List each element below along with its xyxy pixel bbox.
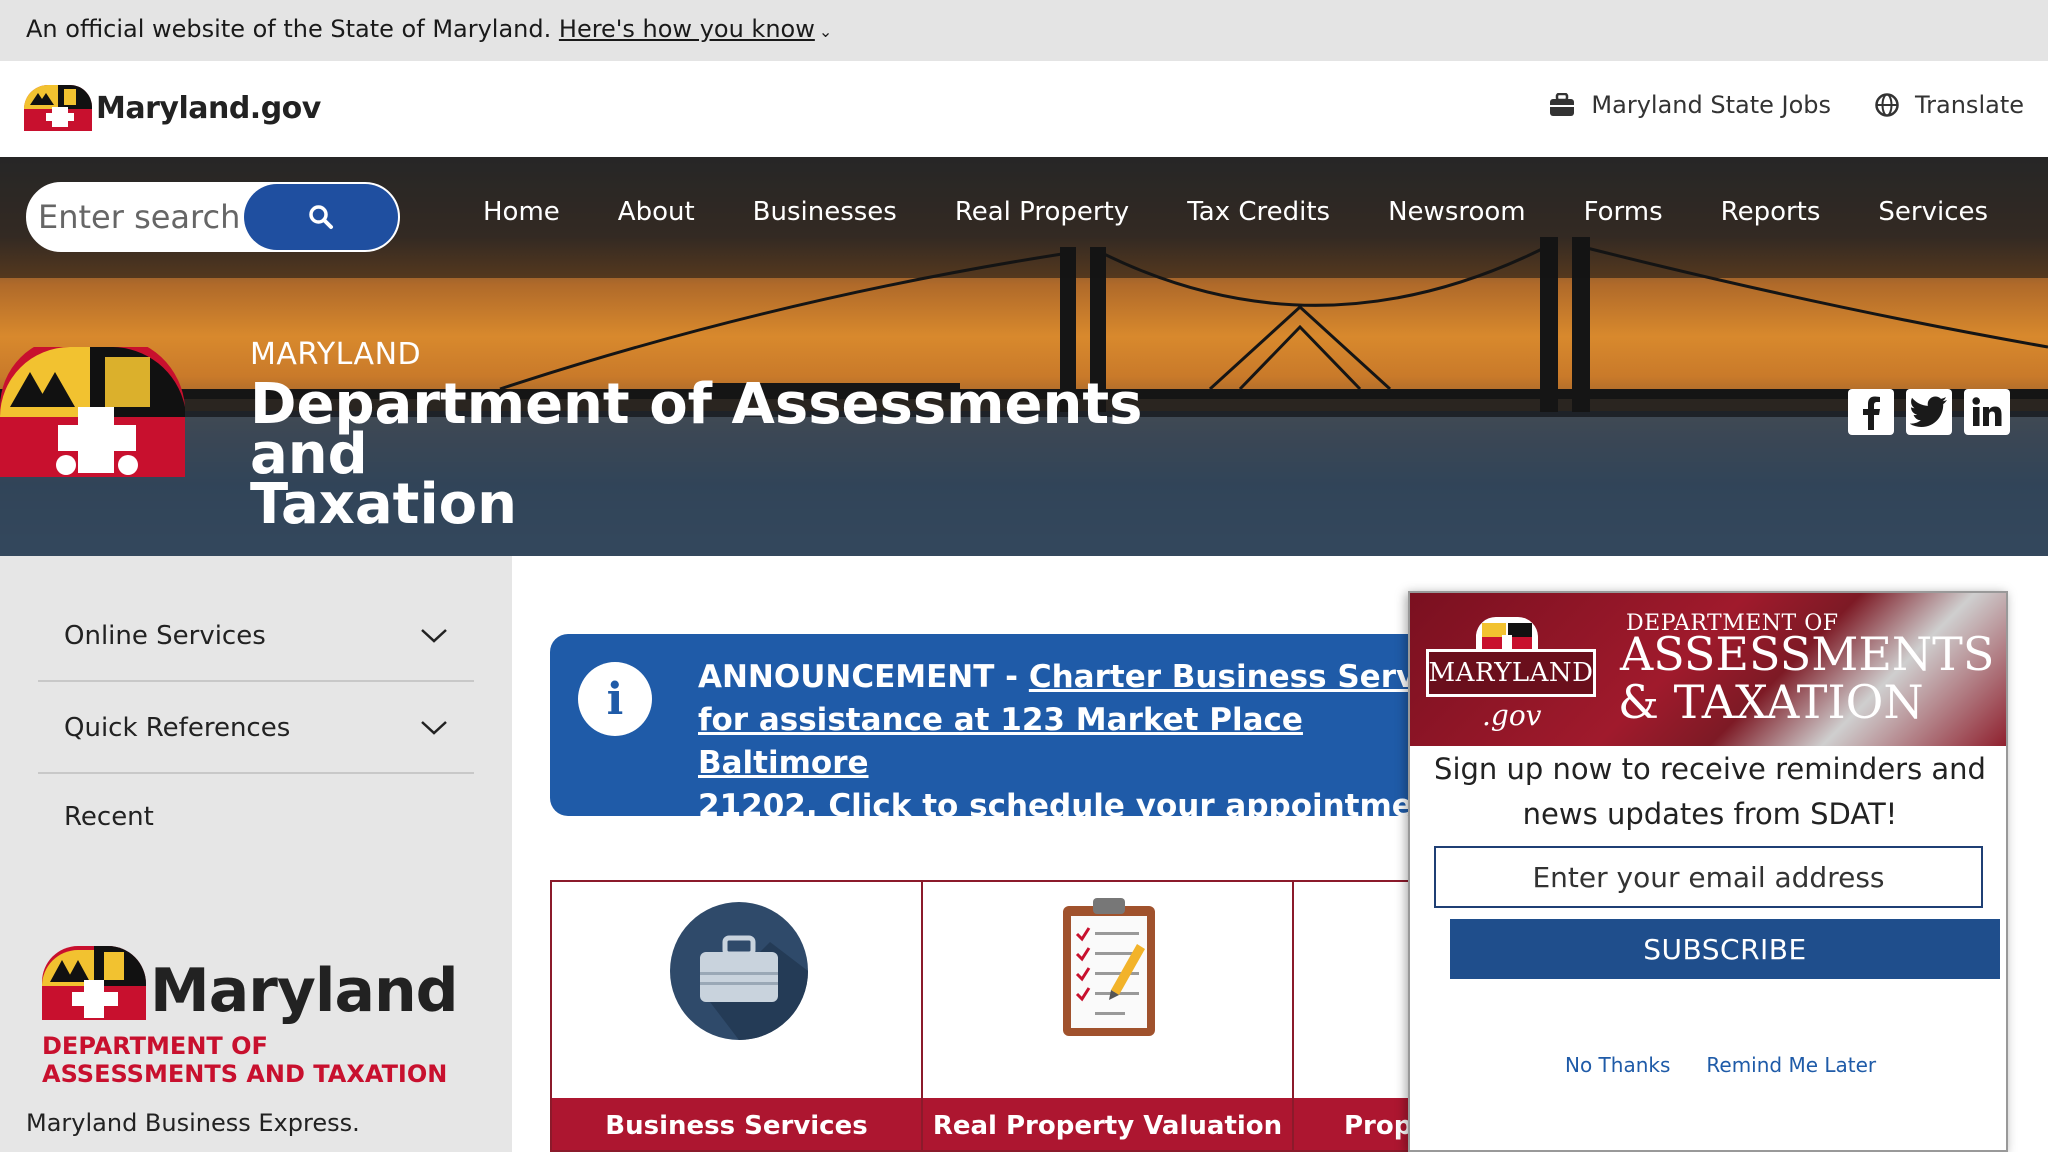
- modal-message: Sign up now to receive reminders and new…: [1434, 752, 1986, 831]
- card-label: Real Property Valuation: [923, 1098, 1292, 1150]
- hero-dept-line1: Department of Assessments and: [250, 372, 1143, 487]
- translate-label: Translate: [1915, 91, 2024, 119]
- main-nav: Home About Businesses Real Property Tax …: [460, 197, 2017, 227]
- briefcase-icon: [1550, 93, 1575, 116]
- modal-header-line2: ASSESSMENTS: [1620, 627, 1995, 681]
- globe-icon: [1875, 93, 1899, 117]
- remind-later-link[interactable]: Remind Me Later: [1706, 1053, 1876, 1077]
- hero-state: MARYLAND: [250, 337, 422, 372]
- sidebar-item-quick-references[interactable]: Quick References: [38, 684, 474, 774]
- chevron-down-icon: [421, 721, 447, 735]
- sdat-logo: Maryland DEPARTMENT OF ASSESSMENTS AND T…: [42, 946, 459, 1088]
- modal-links: No Thanks Remind Me Later: [1565, 1053, 1876, 1077]
- chevron-down-icon[interactable]: ⌄: [819, 22, 832, 41]
- official-banner-text: An official website of the State of Mary…: [26, 15, 832, 43]
- info-icon: i: [578, 662, 652, 736]
- facebook-icon[interactable]: [1848, 389, 1894, 435]
- translate-link[interactable]: Translate: [1875, 91, 2024, 119]
- nav-newsroom[interactable]: Newsroom: [1359, 197, 1555, 227]
- how-you-know-link[interactable]: Here's how you know: [559, 15, 815, 43]
- search-input[interactable]: [38, 194, 258, 240]
- utility-links: Maryland State Jobs Translate: [1549, 91, 2024, 119]
- hero-dept-title: Department of Assessments and Taxation: [250, 372, 1150, 537]
- search-button[interactable]: [244, 184, 398, 250]
- sidebar-item-online-services[interactable]: Online Services: [38, 592, 474, 682]
- announcement-link[interactable]: for assistance at 123 Market Place Balti…: [698, 699, 1450, 785]
- email-field[interactable]: [1434, 846, 1983, 908]
- sdat-logo-dept-line2: ASSESSMENTS AND TAXATION: [42, 1060, 448, 1088]
- twitter-icon[interactable]: [1906, 389, 1952, 435]
- nav-tax-credits[interactable]: Tax Credits: [1158, 197, 1359, 227]
- sdat-logo-name: Maryland: [150, 956, 459, 1026]
- state-jobs-label: Maryland State Jobs: [1591, 91, 1832, 119]
- state-jobs-link[interactable]: Maryland State Jobs: [1549, 91, 1831, 119]
- modal-header-banner: MARYLAND .gov DEPARTMENT OF ASSESSMENTS …: [1410, 593, 2006, 746]
- linkedin-icon[interactable]: [1964, 389, 2010, 435]
- nav-real-property[interactable]: Real Property: [926, 197, 1158, 227]
- announcement-text: ANNOUNCEMENT - Charter Business Servic f…: [698, 656, 1450, 816]
- maryland-gov-logo[interactable]: Maryland.gov: [24, 85, 321, 131]
- utility-header: Maryland.gov Maryland State Jobs Transla…: [0, 61, 2048, 157]
- sdat-logo-dept-line1: DEPARTMENT OF: [42, 1032, 268, 1060]
- subscribe-modal: MARYLAND .gov DEPARTMENT OF ASSESSMENTS …: [1408, 591, 2008, 1152]
- sidebar-item-label: Online Services: [64, 621, 266, 651]
- modal-logo-gov: .gov: [1482, 699, 1542, 732]
- hero-dept-line2: Taxation: [250, 472, 517, 537]
- card-business-services[interactable]: Business Services: [550, 880, 923, 1152]
- subscribe-button[interactable]: SUBSCRIBE: [1450, 919, 2000, 979]
- clipboard-icon: [1063, 898, 1155, 1036]
- hero-title: MARYLAND Department of Assessments and T…: [250, 337, 1150, 537]
- service-cards: Business Services Real Property Valuatio…: [550, 880, 1665, 1152]
- card-real-property-valuation[interactable]: Real Property Valuation: [921, 880, 1294, 1152]
- announcement-link[interactable]: 21202. Click to schedule your appointmen…: [698, 785, 1450, 816]
- nav-about[interactable]: About: [589, 197, 724, 227]
- chevron-down-icon: [421, 629, 447, 643]
- hero-banner: Home About Businesses Real Property Tax …: [0, 157, 2048, 556]
- sidebar-item-label: Quick References: [64, 713, 291, 743]
- briefcase-icon: [670, 902, 808, 1040]
- nav-services[interactable]: Services: [1849, 197, 2017, 227]
- sidebar: Online Services Quick References Recent …: [0, 556, 512, 1152]
- modal-header-line3: & TAXATION: [1618, 675, 1924, 729]
- site-search: [26, 182, 400, 252]
- no-thanks-link[interactable]: No Thanks: [1565, 1053, 1670, 1077]
- social-links: [1848, 389, 2010, 435]
- maryland-flag-icon: [42, 946, 146, 1020]
- nav-home[interactable]: Home: [460, 197, 589, 227]
- nav-businesses[interactable]: Businesses: [724, 197, 926, 227]
- maryland-flag-icon: [24, 85, 92, 131]
- modal-logo-state: MARYLAND: [1426, 649, 1596, 697]
- official-notice: An official website of the State of Mary…: [26, 15, 552, 43]
- announcement-link[interactable]: Charter Business Servic: [1029, 659, 1445, 695]
- sidebar-item-recent[interactable]: Recent: [64, 802, 154, 832]
- maryland-seal-icon: [0, 347, 185, 477]
- announcement-banner: i ANNOUNCEMENT - Charter Business Servic…: [550, 634, 1450, 816]
- card-label: Business Services: [552, 1098, 921, 1150]
- maryland-business-express-text: Maryland Business Express.: [26, 1109, 360, 1137]
- nav-reports[interactable]: Reports: [1692, 197, 1850, 227]
- brand-name: Maryland.gov: [96, 90, 321, 126]
- official-banner: An official website of the State of Mary…: [0, 0, 2048, 61]
- nav-forms[interactable]: Forms: [1555, 197, 1692, 227]
- search-icon: [309, 205, 333, 229]
- announcement-prefix: ANNOUNCEMENT -: [698, 659, 1029, 695]
